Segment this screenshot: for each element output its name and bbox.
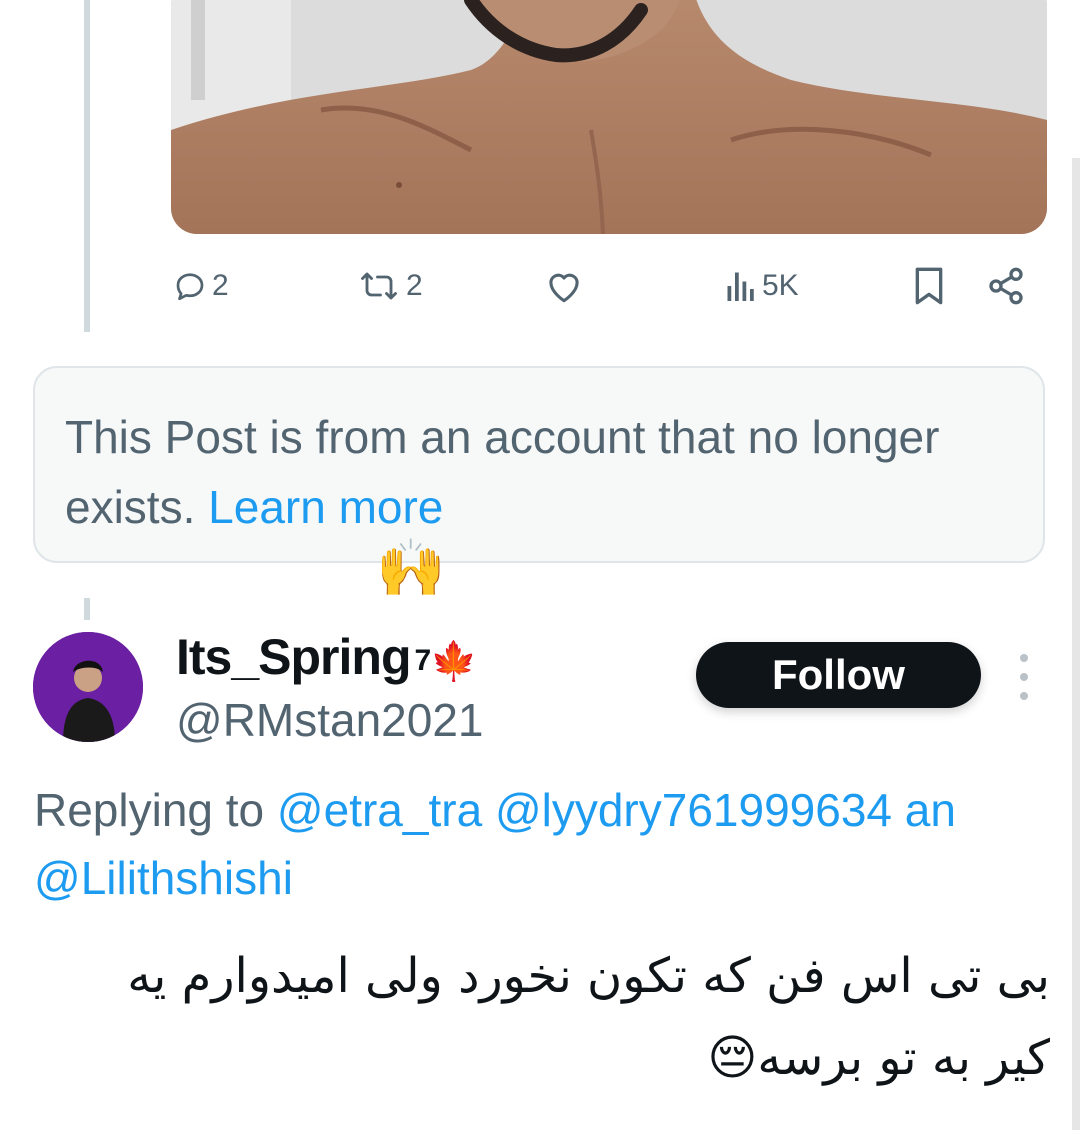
bookmark-action[interactable] <box>910 258 948 314</box>
user-handle[interactable]: @RMstan2021 <box>176 690 484 750</box>
share-icon <box>989 267 1023 305</box>
post-image-graphic <box>171 0 1047 234</box>
views-count: 5K <box>762 269 799 302</box>
mention-link[interactable]: @Lilithshishi <box>34 844 293 912</box>
display-name[interactable]: Its_Spring 7🍁 <box>176 626 478 693</box>
post-text-line-content: کیر به تو برسه <box>757 1030 1050 1086</box>
repost-icon <box>361 272 397 300</box>
display-name-text: Its_Spring <box>176 629 411 685</box>
repost-action[interactable]: 2 <box>356 258 423 314</box>
avatar[interactable] <box>33 632 143 742</box>
mention-link[interactable]: @lyydry761999634 <box>495 784 892 836</box>
reply-icon <box>176 273 204 301</box>
post-text-line: بی تی اس فن که تکون نخورد ولی امیدوارم ی… <box>127 948 1050 1004</box>
post-text: بی تی اس فن که تکون نخورد ولی امیدوارم ی… <box>30 935 1050 1099</box>
replying-to: Replying to @etra_tra @lyydry761999634 a… <box>34 776 1080 844</box>
raised-hands-emoji: 🙌 <box>376 536 446 599</box>
deleted-post-notice: This Post is from an account that no lon… <box>33 366 1045 563</box>
mention-link[interactable]: an <box>905 784 956 836</box>
follow-button[interactable]: Follow <box>696 642 981 708</box>
more-options-icon[interactable] <box>1014 654 1034 700</box>
heart-icon <box>549 273 579 303</box>
repost-count: 2 <box>406 269 423 302</box>
bookmark-icon <box>915 267 943 305</box>
maple-leaf-emoji: 🍁 <box>430 641 477 683</box>
post-image[interactable] <box>171 0 1047 234</box>
learn-more-link[interactable]: Learn more <box>208 481 443 533</box>
reply-action[interactable]: 2 <box>172 258 229 314</box>
mention-link[interactable]: @etra_tra <box>277 784 482 836</box>
reply-count: 2 <box>212 269 229 302</box>
post-text-line: کیر به تو برسه😔 <box>30 1017 1050 1099</box>
share-action[interactable] <box>986 258 1026 314</box>
replying-prefix: Replying to <box>34 784 265 836</box>
pensive-face-emoji: 😔 <box>707 1030 758 1086</box>
name-superscript: 7 <box>414 644 431 677</box>
avatar-graphic <box>33 632 143 742</box>
views-icon <box>727 272 754 301</box>
post-action-bar: 2 2 5K <box>0 258 1080 314</box>
thread-connector-line <box>84 598 90 620</box>
notice-text: This Post is from an account that no lon… <box>65 411 940 533</box>
like-action[interactable] <box>544 258 584 314</box>
views-action[interactable]: 5K <box>724 258 799 314</box>
